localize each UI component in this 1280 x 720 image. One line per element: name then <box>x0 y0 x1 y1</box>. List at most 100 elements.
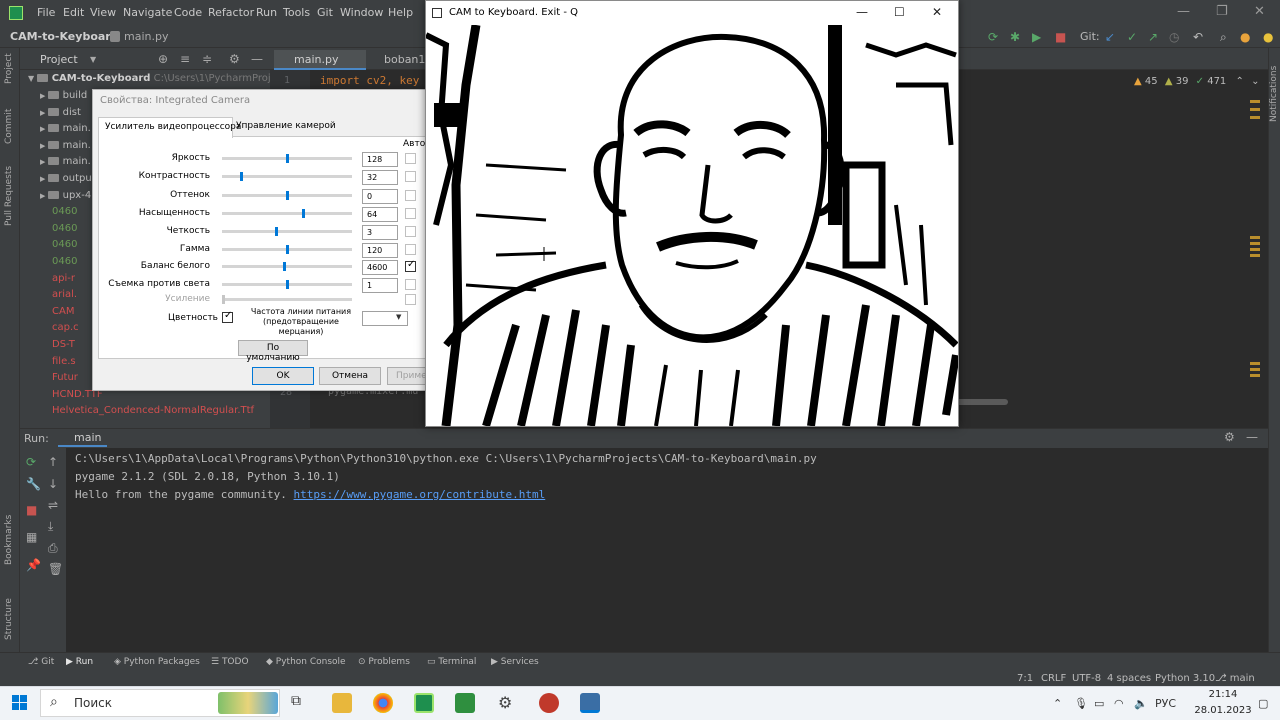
input-language[interactable]: РУС <box>1155 697 1176 710</box>
close-icon[interactable]: ✕ <box>1254 4 1265 19</box>
scroll-to-end-icon[interactable]: ⤓ <box>48 519 53 534</box>
code-line[interactable]: import cv2, key <box>320 74 419 87</box>
camera-app-icon[interactable] <box>580 693 600 713</box>
trash-icon[interactable]: 🗑 <box>48 562 63 576</box>
collapse-all-icon[interactable]: ≑ <box>202 52 212 66</box>
tab-camera-control[interactable]: Управление камерой <box>236 121 336 131</box>
tree-file[interactable]: DS-T <box>52 339 75 355</box>
property-slider-track[interactable] <box>222 212 352 215</box>
wrench-icon[interactable]: 🔧 <box>26 477 41 491</box>
locate-icon[interactable]: ⊕ <box>158 52 168 66</box>
line-ending[interactable]: CRLF <box>1041 673 1066 684</box>
property-value-input[interactable]: 128 <box>362 152 398 167</box>
structure-tool-tab[interactable]: Structure <box>4 598 14 640</box>
error-stripe-mark[interactable] <box>1250 116 1260 119</box>
property-slider-thumb[interactable] <box>285 154 289 163</box>
notification-center-icon[interactable]: ▢ <box>1258 697 1268 710</box>
tree-file[interactable]: cap.c <box>52 322 79 338</box>
breadcrumb-project[interactable]: CAM-to-Keyboard <box>10 30 119 43</box>
tree-file[interactable]: HCND.TTF <box>52 389 103 405</box>
property-slider-thumb[interactable] <box>285 280 289 289</box>
tree-folder[interactable]: ▶ upx-4 <box>40 190 91 206</box>
color-enable-checkbox[interactable] <box>222 310 233 323</box>
property-slider-thumb[interactable] <box>285 245 289 254</box>
menu-view[interactable]: View <box>90 6 116 19</box>
file-encoding[interactable]: UTF-8 <box>1072 673 1101 684</box>
plugin-icon[interactable]: ● <box>1263 30 1273 44</box>
git-commit-icon[interactable]: ✓ <box>1127 30 1137 44</box>
chrome-icon[interactable] <box>373 693 393 713</box>
spreadsheet-icon[interactable] <box>455 693 475 713</box>
menu-run[interactable]: Run <box>256 6 277 19</box>
error-stripe-mark[interactable] <box>1250 100 1260 103</box>
close-icon[interactable]: ✕ <box>932 5 942 19</box>
debug-icon[interactable]: ✱ <box>1010 30 1020 44</box>
caret-position[interactable]: 7:1 <box>1017 673 1033 684</box>
windows-start-icon[interactable] <box>12 695 28 711</box>
property-value-input[interactable]: 3 <box>362 225 398 240</box>
defaults-button[interactable]: По умолчанию <box>238 340 308 363</box>
volume-icon[interactable]: 🔈 <box>1134 697 1148 710</box>
ok-button[interactable]: OK <box>252 367 314 385</box>
tree-root[interactable]: ▼ CAM-to-Keyboard C:\Users\1\PycharmProj… <box>28 73 277 89</box>
tab-main-py[interactable]: main.py <box>274 50 366 70</box>
hide-panel-icon[interactable]: — <box>1246 430 1258 444</box>
error-stripe-mark[interactable] <box>1250 248 1260 251</box>
project-panel-title[interactable]: Project <box>40 53 78 66</box>
tree-file[interactable]: 0460 <box>52 239 77 255</box>
error-stripe-mark[interactable] <box>1250 368 1260 371</box>
terminal-tool-button[interactable]: ▭ Terminal <box>427 657 476 667</box>
todo-tool-button[interactable]: ☰ TODO <box>211 657 249 667</box>
cancel-button[interactable]: Отмена <box>319 367 381 385</box>
property-auto-checkbox[interactable] <box>405 279 416 290</box>
task-view-icon[interactable]: ⧉ <box>291 693 311 713</box>
tree-folder[interactable]: ▶ main. <box>40 156 91 172</box>
property-value-input[interactable]: 0 <box>362 189 398 204</box>
property-slider-thumb[interactable] <box>282 262 286 271</box>
error-stripe-mark[interactable] <box>1250 236 1260 239</box>
property-slider-thumb[interactable] <box>302 209 305 218</box>
battery-icon[interactable]: ▭ <box>1094 697 1104 710</box>
tree-folder[interactable]: ▶ build <box>40 90 87 106</box>
maximize-icon[interactable]: ☐ <box>894 5 905 19</box>
gear-icon[interactable]: ⚙ <box>229 52 240 66</box>
tree-file[interactable]: 0460 <box>52 223 77 239</box>
tree-file[interactable]: arial. <box>52 289 77 305</box>
up-arrow-icon[interactable]: ↑ <box>48 455 58 469</box>
property-value-input[interactable]: 32 <box>362 170 398 185</box>
maximize-icon[interactable]: ❐ <box>1216 4 1228 19</box>
file-explorer-icon[interactable] <box>332 693 352 713</box>
git-tool-button[interactable]: ⎇ Git <box>28 657 54 667</box>
wifi-icon[interactable]: ◠ <box>1114 697 1124 710</box>
notifications-tool-tab[interactable]: Notifications <box>1269 66 1279 122</box>
pin-icon[interactable]: 📌 <box>26 558 41 572</box>
tree-file[interactable]: 0460 <box>52 256 77 272</box>
tree-file[interactable]: Futur <box>52 372 78 388</box>
property-auto-checkbox[interactable] <box>405 153 416 164</box>
rerun-icon[interactable]: ⟳ <box>26 455 36 469</box>
pull-requests-tool-tab[interactable]: Pull Requests <box>4 166 14 226</box>
project-tool-tab[interactable]: Project <box>4 53 14 84</box>
menu-git[interactable]: Git <box>317 6 333 19</box>
hide-panel-icon[interactable]: — <box>251 52 263 66</box>
tree-file[interactable]: file.s <box>52 356 76 372</box>
minimize-icon[interactable]: — <box>856 5 868 19</box>
property-slider-track[interactable] <box>222 265 352 268</box>
property-slider-thumb[interactable] <box>275 227 279 236</box>
breadcrumb-file[interactable]: main.py <box>124 30 168 43</box>
run-tool-button[interactable]: ▶ Run <box>66 657 93 667</box>
indent-setting[interactable]: 4 spaces <box>1107 673 1151 684</box>
tree-file[interactable]: api-r <box>52 273 75 289</box>
stop-icon[interactable]: ■ <box>1055 30 1066 44</box>
property-slider-track[interactable] <box>222 230 352 233</box>
tree-file[interactable]: 0460 <box>52 206 77 222</box>
commit-tool-tab[interactable]: Commit <box>4 109 14 144</box>
coverage-icon[interactable]: ▶ <box>1032 30 1041 44</box>
git-branch[interactable]: ⎇ main <box>1215 673 1255 684</box>
down-arrow-icon[interactable]: ↓ <box>48 477 58 491</box>
pygame-contribute-link[interactable]: https://www.pygame.org/contribute.html <box>294 488 546 501</box>
tray-expand-icon[interactable]: ⌃ <box>1053 697 1062 710</box>
error-stripe-mark[interactable] <box>1250 374 1260 377</box>
property-value-input[interactable]: 64 <box>362 207 398 222</box>
layout-icon[interactable]: ▦ <box>26 530 37 544</box>
